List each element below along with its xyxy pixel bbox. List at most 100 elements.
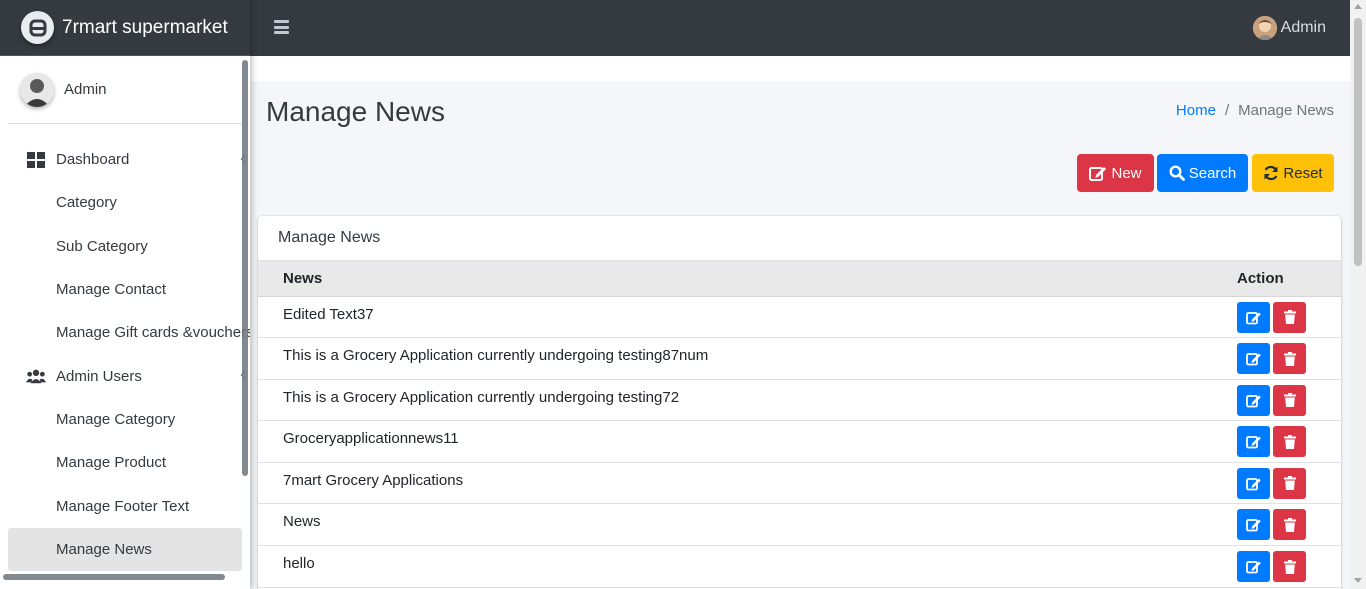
table-row: This is a Grocery Application currently …	[258, 379, 1341, 422]
search-button[interactable]: Search	[1157, 154, 1248, 192]
delete-button[interactable]	[1273, 467, 1306, 499]
delete-button[interactable]	[1273, 301, 1306, 333]
column-header-action: Action	[1233, 261, 1341, 297]
news-cell: News	[258, 503, 1233, 547]
sidebar-item-label: Dashboard	[56, 151, 130, 169]
scroll-down-arrow-icon[interactable]	[1354, 578, 1362, 583]
news-cell: Groceryapplicationnews11	[258, 420, 1233, 463]
trash-icon	[1283, 517, 1296, 532]
scroll-up-arrow-icon[interactable]	[1354, 4, 1362, 9]
delete-button[interactable]	[1273, 551, 1306, 583]
news-cell: Edited Text37	[258, 296, 1233, 339]
hamburger-icon[interactable]	[274, 20, 289, 34]
action-cell	[1233, 379, 1341, 422]
users-icon	[26, 366, 46, 386]
scrollbar-thumb[interactable]	[1354, 18, 1362, 266]
sidebar-item-label: Admin Users	[56, 367, 142, 385]
user-name: Admin	[64, 81, 107, 98]
edit-button[interactable]	[1237, 301, 1270, 333]
top-navbar: Admin	[250, 0, 1350, 56]
news-table: News Action Edited Text37 This is a Groce…	[258, 261, 1341, 588]
edit-icon	[1245, 394, 1261, 408]
action-cell	[1233, 420, 1341, 463]
edit-icon	[1245, 561, 1261, 574]
trash-icon	[1283, 351, 1296, 366]
action-cell	[1233, 545, 1341, 588]
user-avatar	[20, 72, 54, 107]
table-row: News	[258, 503, 1341, 547]
sidebar-item-manage-product[interactable]: Manage Product	[8, 441, 242, 484]
table-row: 7mart Grocery Applications	[258, 462, 1341, 505]
edit-button[interactable]	[1237, 426, 1270, 458]
sidebar-item-manage-category[interactable]: Manage Category	[8, 398, 242, 441]
news-card: Manage News News Action Edited Text37 Thi…	[258, 216, 1341, 589]
column-header-news: News	[258, 261, 1233, 297]
dashboard-icon	[26, 150, 46, 170]
edit-button[interactable]	[1237, 467, 1270, 499]
brand-name: 7rmart supermarket	[62, 16, 228, 38]
main-content: Manage News Home / Manage News New Searc…	[250, 56, 1350, 589]
news-cell: hello	[258, 545, 1233, 588]
sidebar-item-sub-category[interactable]: Sub Category	[8, 225, 242, 268]
edit-icon	[1089, 167, 1107, 181]
sidebar-item-gift-cards[interactable]: Manage Gift cards &vouchers	[8, 311, 250, 354]
sidebar: 7rmart supermarket Admin Dashboard Categ…	[0, 0, 250, 589]
action-cell	[1233, 337, 1341, 380]
action-cell	[1233, 296, 1341, 339]
table-row: Edited Text37	[258, 296, 1341, 339]
brand-link[interactable]: 7rmart supermarket	[0, 0, 250, 56]
news-cell: This is a Grocery Application currently …	[258, 337, 1233, 380]
sidebar-item-manage-footer-text[interactable]: Manage Footer Text	[8, 484, 242, 527]
page-vertical-scrollbar[interactable]	[1350, 0, 1366, 589]
reset-button[interactable]: Reset	[1252, 154, 1334, 192]
table-row: Groceryapplicationnews11	[258, 420, 1341, 463]
sidebar-horizontal-scrollbar[interactable]	[3, 574, 225, 580]
sidebar-item-dashboard[interactable]: Dashboard	[8, 138, 250, 181]
sidebar-item-label: Category	[56, 194, 117, 212]
top-user-name: Admin	[1280, 19, 1326, 36]
trash-icon	[1283, 310, 1296, 324]
card-title: Manage News	[258, 216, 1341, 261]
sidebar-vertical-scrollbar[interactable]	[242, 60, 248, 476]
edit-icon	[1245, 436, 1261, 449]
sidebar-item-label: Manage Footer Text	[56, 497, 190, 515]
refresh-icon	[1264, 165, 1278, 181]
new-button[interactable]: New	[1077, 154, 1154, 192]
trash-icon	[1283, 393, 1296, 408]
brand-logo-icon	[21, 11, 54, 44]
sidebar-item-label: Manage Product	[56, 454, 167, 472]
table-row: This is a Grocery Application currently …	[258, 337, 1341, 380]
sidebar-item-manage-contact[interactable]: Manage Contact	[8, 268, 242, 311]
search-icon	[1169, 165, 1185, 181]
new-button-label: New	[1111, 164, 1142, 182]
edit-icon	[1245, 477, 1261, 491]
sidebar-item-admin-users[interactable]: Admin Users	[8, 354, 250, 397]
user-panel[interactable]: Admin	[8, 56, 242, 124]
top-user-menu[interactable]: Admin	[1252, 16, 1326, 40]
edit-button[interactable]	[1237, 384, 1270, 416]
sidebar-nav: Dashboard Category Sub Category Manage C…	[0, 124, 250, 571]
table-row: hello	[258, 545, 1341, 588]
delete-button[interactable]	[1273, 509, 1306, 541]
breadcrumb-home-link[interactable]: Home	[1176, 102, 1216, 119]
edit-button[interactable]	[1237, 343, 1270, 375]
sidebar-item-manage-news[interactable]: Manage News	[8, 527, 242, 571]
trash-icon	[1283, 434, 1296, 449]
action-cell	[1233, 462, 1341, 505]
action-cell	[1233, 503, 1341, 547]
edit-button[interactable]	[1237, 551, 1270, 583]
edit-icon	[1245, 311, 1261, 324]
delete-button[interactable]	[1273, 343, 1306, 375]
page-title: Manage News	[266, 96, 445, 127]
delete-button[interactable]	[1273, 384, 1306, 416]
edit-icon	[1245, 353, 1261, 366]
sidebar-item-category[interactable]: Category	[8, 181, 242, 224]
delete-button[interactable]	[1273, 426, 1306, 458]
sidebar-item-label: Manage Contact	[56, 281, 167, 299]
sidebar-item-label: Manage News	[56, 540, 152, 558]
sidebar-item-label: Manage Gift cards &vouchers	[56, 324, 250, 342]
edit-button[interactable]	[1237, 509, 1270, 541]
sidebar-item-label: Sub Category	[56, 237, 148, 255]
breadcrumb: Home / Manage News	[1176, 102, 1334, 119]
sidebar-item-label: Manage Category	[56, 410, 176, 428]
